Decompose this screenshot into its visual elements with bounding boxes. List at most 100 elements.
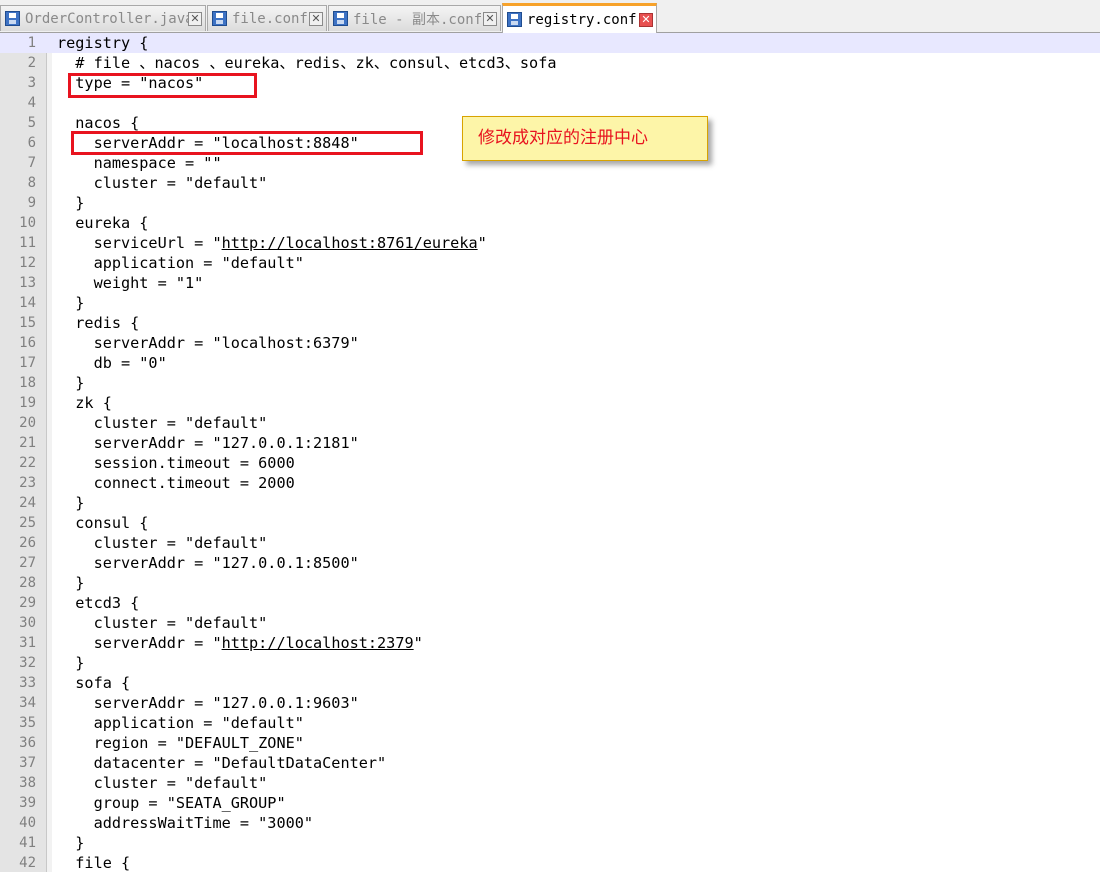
code-line[interactable]: 22 session.timeout = 6000: [0, 453, 1100, 473]
highlight-box-type: [68, 73, 257, 98]
code-line[interactable]: 34 serverAddr = "127.0.0.1:9603": [0, 693, 1100, 713]
code-line[interactable]: 26 cluster = "default": [0, 533, 1100, 553]
code-line[interactable]: 25 consul {: [0, 513, 1100, 533]
code-line[interactable]: 32 }: [0, 653, 1100, 673]
code-text[interactable]: connect.timeout = 2000: [57, 473, 295, 493]
url-link[interactable]: http://localhost:2379: [222, 634, 414, 652]
close-icon[interactable]: ✕: [309, 11, 323, 26]
code-line[interactable]: 9 }: [0, 193, 1100, 213]
code-line[interactable]: 16 serverAddr = "localhost:6379": [0, 333, 1100, 353]
code-line[interactable]: 40 addressWaitTime = "3000": [0, 813, 1100, 833]
code-line[interactable]: 27 serverAddr = "127.0.0.1:8500": [0, 553, 1100, 573]
tab-registry-conf[interactable]: registry.conf ✕: [502, 3, 657, 33]
code-text[interactable]: consul {: [57, 513, 148, 533]
code-text[interactable]: serviceUrl = "http://localhost:8761/eure…: [57, 233, 487, 253]
code-text[interactable]: addressWaitTime = "3000": [57, 813, 313, 833]
code-text[interactable]: }: [57, 193, 84, 213]
code-text[interactable]: serverAddr = "localhost:6379": [57, 333, 359, 353]
code-text[interactable]: serverAddr = "127.0.0.1:9603": [57, 693, 359, 713]
code-segment: }: [57, 574, 85, 592]
code-text[interactable]: nacos {: [57, 113, 139, 133]
code-line[interactable]: 29 etcd3 {: [0, 593, 1100, 613]
line-number: 12: [19, 255, 36, 271]
code-line[interactable]: 39 group = "SEATA_GROUP": [0, 793, 1100, 813]
code-line[interactable]: 10 eureka {: [0, 213, 1100, 233]
code-line[interactable]: 35 application = "default": [0, 713, 1100, 733]
code-line[interactable]: 11 serviceUrl = "http://localhost:8761/e…: [0, 233, 1100, 253]
code-text[interactable]: }: [57, 653, 84, 673]
code-line[interactable]: 33 sofa {: [0, 673, 1100, 693]
code-line[interactable]: 12 application = "default": [0, 253, 1100, 273]
code-text[interactable]: }: [57, 373, 84, 393]
code-text[interactable]: region = "DEFAULT_ZONE": [57, 733, 304, 753]
tab-file-conf[interactable]: file.conf ✕: [207, 5, 327, 31]
code-line[interactable]: 2 # file 、nacos 、eureka、redis、zk、consul、…: [0, 53, 1100, 73]
close-icon[interactable]: ✕: [639, 12, 653, 27]
code-line[interactable]: 30 cluster = "default": [0, 613, 1100, 633]
code-segment: datacenter = "DefaultDataCenter": [57, 754, 387, 772]
code-text[interactable]: serverAddr = "127.0.0.1:2181": [57, 433, 359, 453]
code-line[interactable]: 42 file {: [0, 853, 1100, 873]
code-text[interactable]: serverAddr = "127.0.0.1:8500": [57, 553, 359, 573]
code-text[interactable]: db = "0": [57, 353, 167, 373]
code-line[interactable]: 41 }: [0, 833, 1100, 853]
code-line[interactable]: 13 weight = "1": [0, 273, 1100, 293]
code-line[interactable]: 38 cluster = "default": [0, 773, 1100, 793]
line-number: 19: [19, 395, 36, 411]
code-segment: etcd3 {: [57, 594, 140, 612]
code-text[interactable]: datacenter = "DefaultDataCenter": [57, 753, 387, 773]
code-text[interactable]: cluster = "default": [57, 773, 268, 793]
code-line[interactable]: 17 db = "0": [0, 353, 1100, 373]
code-text[interactable]: cluster = "default": [57, 613, 268, 633]
code-text[interactable]: file {: [57, 853, 130, 873]
code-line[interactable]: 24 }: [0, 493, 1100, 513]
code-line[interactable]: 31 serverAddr = "http://localhost:2379": [0, 633, 1100, 653]
tab-ordercontroller-java[interactable]: OrderController.java ✕: [0, 5, 206, 31]
code-text[interactable]: }: [57, 573, 84, 593]
code-text[interactable]: cluster = "default": [57, 413, 268, 433]
code-text[interactable]: }: [57, 293, 84, 313]
code-text[interactable]: application = "default": [57, 253, 304, 273]
code-line[interactable]: 1 registry {: [0, 33, 1100, 53]
code-text[interactable]: }: [57, 493, 84, 513]
code-text[interactable]: application = "default": [57, 713, 304, 733]
code-line[interactable]: 20 cluster = "default": [0, 413, 1100, 433]
code-text[interactable]: cluster = "default": [57, 173, 268, 193]
close-icon[interactable]: ✕: [188, 11, 202, 26]
code-segment: serverAddr = "127.0.0.1:8500": [57, 554, 359, 572]
tab-label: OrderController.java: [25, 10, 194, 27]
code-text[interactable]: weight = "1": [57, 273, 204, 293]
url-link[interactable]: http://localhost:8761/eureka: [222, 234, 478, 252]
code-text[interactable]: serverAddr = "http://localhost:2379": [57, 633, 423, 653]
code-line[interactable]: 15 redis {: [0, 313, 1100, 333]
code-segment: redis {: [57, 314, 140, 332]
line-number: 14: [19, 295, 36, 311]
save-icon: [333, 11, 348, 26]
code-line[interactable]: 8 cluster = "default": [0, 173, 1100, 193]
code-line[interactable]: 37 datacenter = "DefaultDataCenter": [0, 753, 1100, 773]
line-number: 2: [27, 55, 36, 71]
code-line[interactable]: 19 zk {: [0, 393, 1100, 413]
code-text[interactable]: }: [57, 833, 84, 853]
code-text[interactable]: namespace = "": [57, 153, 222, 173]
tab-label: file.conf: [232, 10, 308, 27]
code-line[interactable]: 18 }: [0, 373, 1100, 393]
code-line[interactable]: 14 }: [0, 293, 1100, 313]
code-text[interactable]: session.timeout = 6000: [57, 453, 295, 473]
code-text[interactable]: registry {: [57, 33, 148, 53]
code-text[interactable]: group = "SEATA_GROUP": [57, 793, 286, 813]
code-text[interactable]: cluster = "default": [57, 533, 268, 553]
code-line[interactable]: 28 }: [0, 573, 1100, 593]
code-text[interactable]: redis {: [57, 313, 139, 333]
code-text[interactable]: # file 、nacos 、eureka、redis、zk、consul、et…: [57, 53, 556, 73]
code-line[interactable]: 21 serverAddr = "127.0.0.1:2181": [0, 433, 1100, 453]
line-number: 11: [19, 235, 36, 251]
code-text[interactable]: sofa {: [57, 673, 130, 693]
code-line[interactable]: 36 region = "DEFAULT_ZONE": [0, 733, 1100, 753]
code-text[interactable]: eureka {: [57, 213, 148, 233]
code-text[interactable]: zk {: [57, 393, 112, 413]
tab-file-copy-conf[interactable]: file - 副本.conf ✕: [328, 5, 501, 31]
code-line[interactable]: 23 connect.timeout = 2000: [0, 473, 1100, 493]
code-text[interactable]: etcd3 {: [57, 593, 139, 613]
close-icon[interactable]: ✕: [483, 11, 497, 26]
